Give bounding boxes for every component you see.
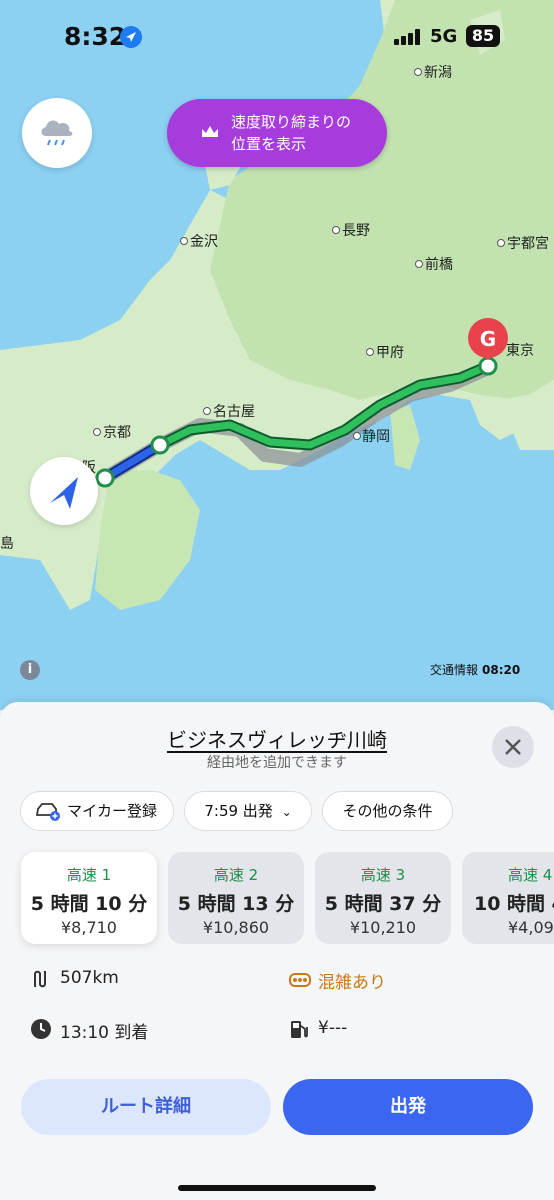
clock-icon <box>31 1019 51 1039</box>
map-dot-nagano <box>332 226 340 234</box>
route-option-1[interactable]: 高速 1 5 時間 10 分 ¥8,710 <box>21 852 157 944</box>
traffic-info: 交通情報 08:20 <box>430 661 520 678</box>
map-label-nagoya: 名古屋 <box>213 404 255 420</box>
waypoint-marker <box>150 435 170 455</box>
other-conditions-label: その他の条件 <box>342 802 433 820</box>
route-option-price: ¥10,860 <box>202 918 270 937</box>
route-option-price: ¥8,710 <box>61 918 117 937</box>
map-label-kyoto: 京都 <box>103 425 131 441</box>
register-car-chip[interactable]: マイカー登録 <box>20 791 174 831</box>
add-waypoint-hint[interactable]: 経由地を追加できます <box>0 752 554 772</box>
route-option-duration: 5 時間 37 分 <box>324 893 442 915</box>
fuel-icon <box>291 1021 308 1038</box>
map-label-tokyo: 東京 <box>506 343 534 359</box>
map-label-utsunomiya: 宇都宮 <box>507 236 549 252</box>
map-label-kofu: 甲府 <box>376 345 404 361</box>
route-detail-button[interactable]: ルート詳細 <box>21 1079 271 1135</box>
traffic-info-time: 08:20 <box>482 663 521 677</box>
start-button[interactable]: 出発 <box>283 1079 533 1135</box>
car-add-icon <box>35 803 60 821</box>
map-dot-utsunomiya <box>497 239 505 247</box>
map-label-maebashi: 前橋 <box>425 257 453 273</box>
route-distance: 507km <box>60 968 119 988</box>
other-conditions-chip[interactable]: その他の条件 <box>322 791 453 831</box>
speed-trap-button[interactable]: 速度取り締まりの 位置を表示 <box>167 99 387 167</box>
signal-icon <box>394 29 420 45</box>
departure-time-label: 7:59 出発 <box>204 802 273 820</box>
map-dot-kyoto <box>93 428 101 436</box>
traffic-info-label: 交通情報 <box>430 663 479 677</box>
crown-icon <box>202 126 218 137</box>
destination-point <box>478 356 498 376</box>
network-type: 5G <box>430 26 458 47</box>
fuel-cost: ¥--- <box>318 1018 348 1038</box>
route-option-name: 高速 3 <box>360 866 406 884</box>
speed-trap-label: 速度取り締まりの 位置を表示 <box>231 113 352 153</box>
route-option-duration: 10 時間 4 <box>474 893 554 915</box>
map-label-shima: 島 <box>0 536 14 552</box>
register-car-label: マイカー登録 <box>67 802 158 820</box>
route-option-3[interactable]: 高速 3 5 時間 37 分 ¥10,210 <box>315 852 451 944</box>
map-dot-shizuoka <box>353 432 361 440</box>
map-dot-kofu <box>366 348 374 356</box>
map-dot-nagoya <box>203 407 211 415</box>
origin-marker <box>95 468 115 488</box>
route-option-name: 高速 1 <box>66 866 112 884</box>
map-dot-kanazawa <box>180 237 188 245</box>
departure-time-chip[interactable]: 7:59 出発 ⌄ <box>184 791 312 831</box>
status-bar: 8:32 5G 85 <box>0 0 554 75</box>
battery-icon: 85 <box>466 25 500 47</box>
map-dot-maebashi <box>415 260 423 268</box>
chevron-down-icon: ⌄ <box>281 805 292 819</box>
traffic-jam-icon <box>289 973 311 987</box>
navigation-arrow-icon <box>50 477 78 509</box>
route-option-2[interactable]: 高速 2 5 時間 13 分 ¥10,860 <box>168 852 304 944</box>
map-label-nagano: 長野 <box>342 223 370 239</box>
route-option-4[interactable]: 高速 4 10 時間 4 ¥4,090 <box>462 852 554 944</box>
info-icon[interactable]: i <box>20 660 40 680</box>
close-icon <box>505 739 521 755</box>
route-distance-icon <box>34 970 46 988</box>
route-option-duration: 5 時間 13 分 <box>177 893 295 915</box>
rain-cloud-icon <box>41 120 73 146</box>
location-arrow-icon <box>120 26 142 48</box>
arrival-time: 13:10 到着 <box>60 1023 149 1043</box>
destination-name[interactable]: ビジネスヴィレッヂ川崎 <box>167 728 387 752</box>
destination-title[interactable]: ビジネスヴィレッヂ川崎 <box>0 724 554 753</box>
route-option-name: 高速 2 <box>213 866 259 884</box>
route-option-name: 高速 4 <box>508 866 553 884</box>
weather-button[interactable] <box>22 98 92 168</box>
close-button[interactable] <box>492 726 534 768</box>
map-label-shizuoka: 静岡 <box>362 429 390 445</box>
map-label-kanazawa: 金沢 <box>190 234 218 250</box>
route-option-price: ¥4,090 <box>508 918 554 937</box>
home-indicator[interactable] <box>178 1185 376 1191</box>
route-option-price: ¥10,210 <box>349 918 417 937</box>
congestion-status: 混雑あり <box>318 973 386 993</box>
status-time: 8:32 <box>64 22 127 51</box>
goal-label: G <box>480 327 496 351</box>
route-sheet: ビジネスヴィレッヂ川崎 経由地を追加できます マイカー登録 7:59 出発 ⌄ … <box>0 702 554 1200</box>
current-location-button[interactable] <box>30 457 98 525</box>
route-option-duration: 5 時間 10 分 <box>30 893 148 915</box>
